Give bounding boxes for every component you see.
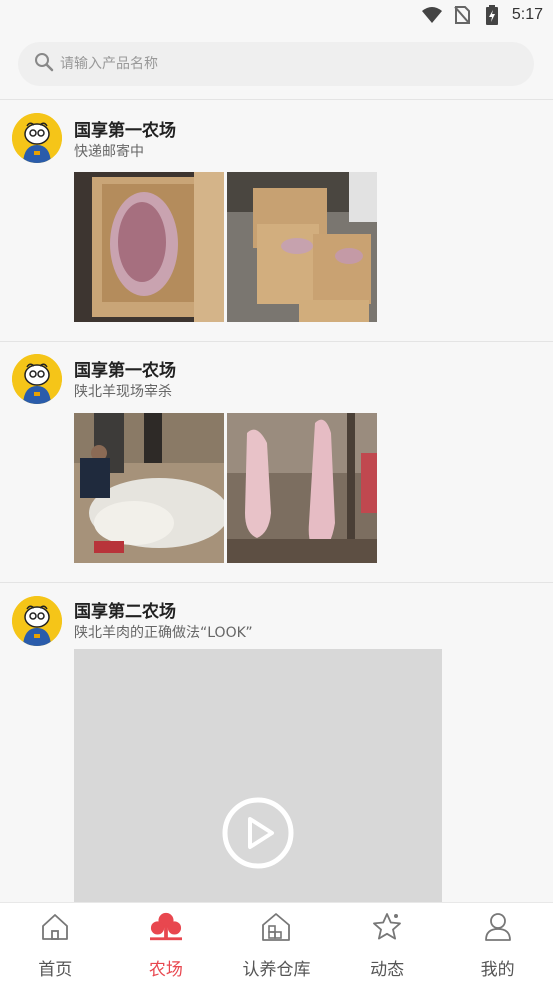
post-photo[interactable] [74,413,224,563]
tab-activity[interactable]: 动态 [332,903,443,983]
tab-label: 首页 [38,960,73,980]
tab-warehouse[interactable]: 认养仓库 [221,903,332,983]
post-text: 陕北羊肉的正确做法“LOOK” [74,625,253,641]
post-photo[interactable] [227,413,377,563]
avatar[interactable] [12,596,62,646]
play-icon[interactable] [222,797,294,869]
avatar[interactable] [12,113,62,163]
feed-post[interactable]: 国享第一农场 快递邮寄中 [0,100,553,341]
search-bar[interactable] [18,42,534,86]
feed-post[interactable]: 国享第一农场 陕北羊现场宰杀 [0,342,553,583]
farm-trees-icon [149,911,182,943]
warehouse-icon [260,911,292,943]
post-text: 陕北羊现场宰杀 [74,384,172,400]
post-text: 快递邮寄中 [74,144,144,160]
status-time: 5:17 [511,6,543,23]
tab-mine[interactable]: 我的 [442,903,553,983]
farm-feed[interactable]: 国享第一农场 快递邮寄中 国享第一农场 陕北羊现场宰杀 国享第二农场 陕北羊肉的… [0,100,553,902]
tab-farm[interactable]: 农场 [111,903,222,983]
feed-post[interactable]: 国享第二农场 陕北羊肉的正确做法“LOOK” [0,583,553,902]
status-bar: 5:17 [0,0,553,30]
tab-label: 动态 [370,960,405,980]
search-input[interactable] [60,56,480,72]
avatar[interactable] [12,354,62,404]
battery-charging-icon [482,5,502,25]
home-icon [39,911,71,943]
user-icon [482,911,514,943]
post-author: 国享第二农场 [74,602,176,622]
post-author: 国享第一农场 [74,121,176,141]
bottom-tab-bar: 首页 农场 认养仓库 动态 我的 [0,902,553,983]
wifi-icon [421,5,442,25]
tab-home[interactable]: 首页 [0,903,111,983]
post-photo[interactable] [227,172,377,322]
post-author: 国享第一农场 [74,361,176,381]
tab-label: 认养仓库 [242,960,311,980]
post-video[interactable] [74,649,442,902]
tab-label: 农场 [148,960,183,980]
tab-label: 我的 [480,960,515,980]
status-icons: 5:17 [421,4,543,26]
search-icon [34,52,54,76]
no-sim-icon [452,5,472,25]
star-icon [371,911,403,943]
post-photo[interactable] [74,172,224,322]
